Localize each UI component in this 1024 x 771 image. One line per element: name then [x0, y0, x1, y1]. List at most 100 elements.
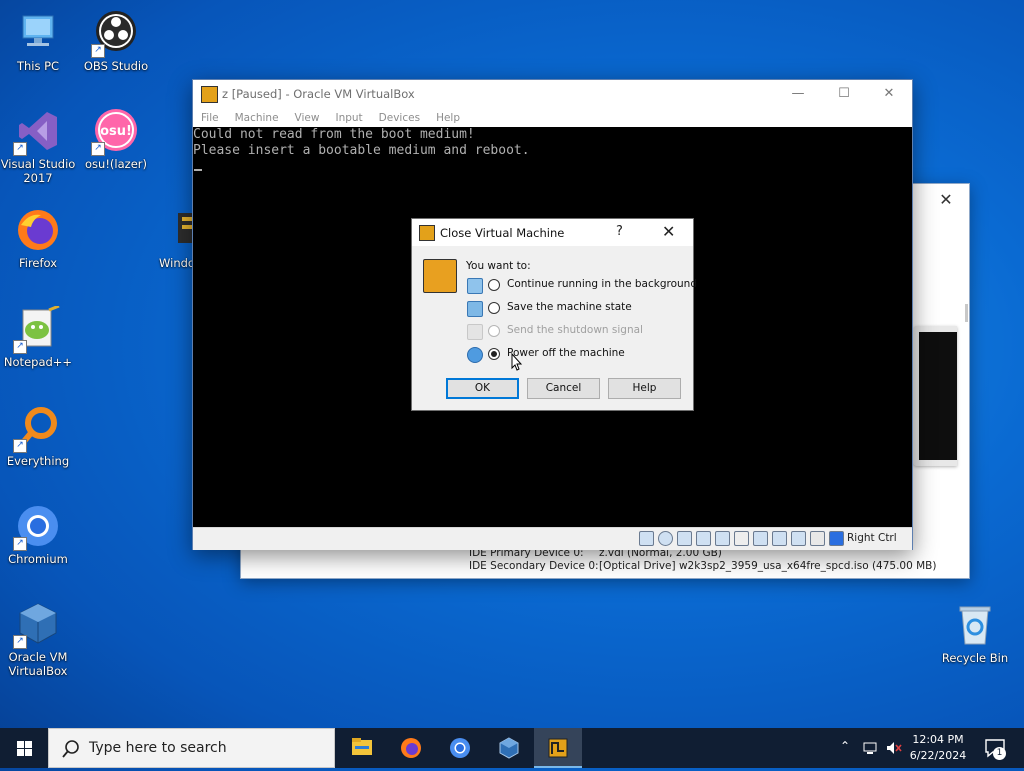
taskbar-firefox[interactable] — [387, 728, 435, 768]
option-shutdown-signal: Send the shutdown signal — [467, 323, 687, 341]
device-label: IDE Secondary Device 0: — [469, 560, 599, 572]
desktop-icon-label: Notepad++ — [3, 355, 73, 369]
menu-devices[interactable]: Devices — [379, 107, 428, 127]
virtualbox-icon: ↗ — [13, 601, 61, 649]
taskbar-virtualbox[interactable] — [485, 728, 533, 768]
menu-view[interactable]: View — [295, 107, 328, 127]
close-icon[interactable]: ✕ — [662, 222, 675, 241]
visual-studio-icon: ↗ — [13, 108, 61, 156]
chevron-up-icon[interactable]: ⌃ — [840, 739, 850, 753]
radio-continue-background[interactable] — [488, 279, 500, 291]
desktop-icon-windo[interactable]: Windo — [146, 207, 192, 270]
network-icon[interactable] — [862, 740, 878, 756]
optical-drive-icon[interactable] — [658, 531, 673, 546]
detach-icon — [467, 278, 483, 294]
desktop-icon-visual-studio[interactable]: ↗ Visual Studio 2017 — [0, 108, 76, 185]
start-button[interactable] — [0, 728, 48, 768]
ok-button[interactable]: OK — [446, 378, 519, 399]
radio-power-off[interactable] — [488, 348, 500, 360]
desktop-icon-label: Firefox — [18, 256, 58, 270]
desktop-icon-this-pc[interactable]: This PC — [0, 10, 76, 73]
shortcut-arrow-icon: ↗ — [13, 142, 27, 156]
tray-clock[interactable]: 12:04 PM 6/22/2024 — [908, 732, 968, 764]
network-icon[interactable] — [696, 531, 711, 546]
menu-file[interactable]: File — [201, 107, 227, 127]
notepad-plus-plus-icon: ↗ — [13, 304, 61, 354]
tray-date: 6/22/2024 — [909, 749, 967, 762]
menu-input[interactable]: Input — [335, 107, 370, 127]
minimize-button[interactable]: — — [775, 80, 821, 107]
osu-logo-text: osu! — [100, 124, 132, 139]
cancel-button[interactable]: Cancel — [527, 378, 600, 399]
menu-machine[interactable]: Machine — [235, 107, 287, 127]
desktop-icon-obs-studio[interactable]: ↗ OBS Studio — [78, 10, 154, 73]
shared-folders-icon[interactable] — [734, 531, 749, 546]
help-icon[interactable]: ? — [616, 224, 623, 239]
shortcut-arrow-icon: ↗ — [91, 44, 105, 58]
notification-count-badge: 1 — [993, 747, 1006, 760]
taskbar-file-explorer[interactable] — [338, 728, 386, 768]
dialog-title-bar[interactable]: Close Virtual Machine ? ✕ — [412, 219, 693, 246]
desktop-icon-label: OBS Studio — [83, 59, 149, 73]
desktop-icon-everything[interactable]: ↗ Everything — [0, 405, 76, 468]
recording-icon[interactable] — [772, 531, 787, 546]
radio-save-state[interactable] — [488, 302, 500, 314]
desktop-icon-label: Recycle Bin — [941, 651, 1009, 665]
virtualization-icon[interactable] — [791, 531, 806, 546]
console-line: Could not read from the boot medium! — [193, 127, 475, 142]
taskbar: Type here to search ⌃ 12:04 PM 6/22/2024… — [0, 728, 1024, 768]
menu-help[interactable]: Help — [436, 107, 468, 127]
mouse-pointer-icon — [511, 353, 523, 371]
text-cursor — [194, 169, 202, 171]
title-bar[interactable]: z [Paused] - Oracle VM VirtualBox — ☐ ✕ — [193, 80, 912, 107]
hard-disk-icon[interactable] — [639, 531, 654, 546]
device-row: IDE Secondary Device 0: — [469, 560, 599, 572]
close-icon[interactable]: ✕ — [933, 189, 959, 211]
notification-center-button[interactable]: 1 — [978, 728, 1024, 768]
shortcut-arrow-icon: ↗ — [13, 340, 27, 354]
save-state-icon — [467, 301, 483, 317]
virtualbox-vm-icon — [419, 225, 435, 241]
taskbar-search[interactable]: Type here to search — [48, 728, 335, 768]
virtualbox-icon — [499, 737, 519, 759]
power-off-icon — [467, 347, 483, 363]
taskbar-chromium[interactable] — [436, 728, 484, 768]
volume-muted-icon[interactable] — [885, 740, 903, 756]
usb-icon[interactable] — [715, 531, 730, 546]
option-continue-background[interactable]: Continue running in the background — [467, 277, 697, 295]
option-power-off[interactable]: Power off the machine — [467, 346, 687, 364]
audio-icon[interactable] — [677, 531, 692, 546]
display-icon[interactable] — [753, 531, 768, 546]
shortcut-arrow-icon: ↗ — [13, 635, 27, 649]
desktop-icon-firefox[interactable]: Firefox — [0, 207, 76, 270]
desktop-icon-notepad-plus-plus[interactable]: ↗ Notepad++ — [0, 304, 76, 369]
taskbar-vm-window[interactable] — [534, 728, 582, 768]
close-vm-dialog[interactable]: Close Virtual Machine ? ✕ You want to: C… — [411, 218, 697, 411]
firefox-icon — [401, 738, 421, 758]
option-save-state[interactable]: Save the machine state — [467, 300, 687, 318]
option-label: Send the shutdown signal — [507, 324, 643, 336]
desktop-icon-chromium[interactable]: ↗ Chromium — [0, 503, 76, 566]
firefox-icon — [15, 207, 61, 253]
mouse-integration-icon[interactable] — [810, 531, 825, 546]
scrollbar[interactable] — [965, 304, 968, 322]
desktop-icon-osu[interactable]: osu! ↗ osu!(lazer) — [78, 108, 154, 171]
desktop-icon-label: osu!(lazer) — [85, 157, 147, 171]
shortcut-arrow-icon: ↗ — [91, 142, 105, 156]
close-button[interactable]: ✕ — [866, 80, 912, 107]
desktop-icon-virtualbox[interactable]: ↗ Oracle VM VirtualBox — [0, 601, 76, 678]
obs-studio-icon: ↗ — [91, 10, 139, 58]
help-button[interactable]: Help — [608, 378, 681, 399]
maximize-button[interactable]: ☐ — [821, 80, 867, 107]
desktop-icon-label: This PC — [16, 59, 60, 73]
desktop-icon-recycle-bin[interactable]: Recycle Bin — [937, 602, 1013, 665]
virtualbox-vm-icon — [548, 738, 568, 758]
virtualbox-vm-icon — [423, 259, 457, 293]
recycle-bin-icon — [952, 602, 998, 648]
chromium-icon — [450, 738, 470, 758]
windows-logo-icon — [17, 741, 32, 756]
search-placeholder: Type here to search — [89, 740, 227, 756]
window-title: z [Paused] - Oracle VM VirtualBox — [222, 87, 415, 101]
desktop-icon-label: Windo — [159, 256, 192, 270]
keyboard-capture-icon[interactable] — [829, 531, 844, 546]
